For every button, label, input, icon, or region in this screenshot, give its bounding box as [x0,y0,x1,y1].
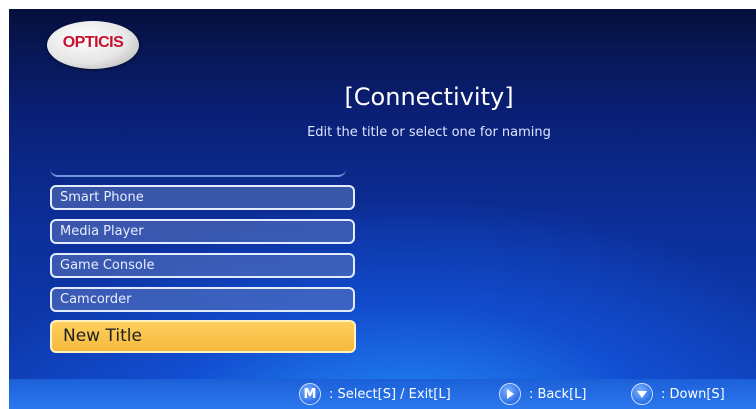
hint-down: : Down[S] [631,383,725,405]
menu-item-new-title[interactable]: New Title [50,320,356,353]
hint-down-label: : Down[S] [661,386,725,402]
hint-back: : Back[L] [499,383,586,405]
down-arrow-button-icon [631,383,653,405]
page-title: [Connectivity] [344,83,514,111]
menu-item-media-player[interactable]: Media Player [50,219,355,244]
menu-scroll-edge [50,167,346,177]
osd-screen: OPTICIS [Connectivity] Edit the title or… [9,9,756,409]
m-button-icon: M [299,383,321,405]
menu-item-smart-phone[interactable]: Smart Phone [50,185,355,210]
hint-select-exit-label: : Select[S] / Exit[L] [329,386,451,402]
opticis-logo: OPTICIS [47,21,139,69]
logo-text: OPTICIS [62,34,124,51]
menu-item-camcorder[interactable]: Camcorder [50,287,355,312]
hint-back-label: : Back[L] [529,386,587,402]
hint-select-exit: M : Select[S] / Exit[L] [299,383,451,405]
right-arrow-button-icon [499,383,521,405]
footer-hint-bar: M : Select[S] / Exit[L] : Back[L] : Down… [9,379,756,409]
menu-item-game-console[interactable]: Game Console [50,253,355,278]
page-subtitle: Edit the title or select one for naming [307,125,551,140]
